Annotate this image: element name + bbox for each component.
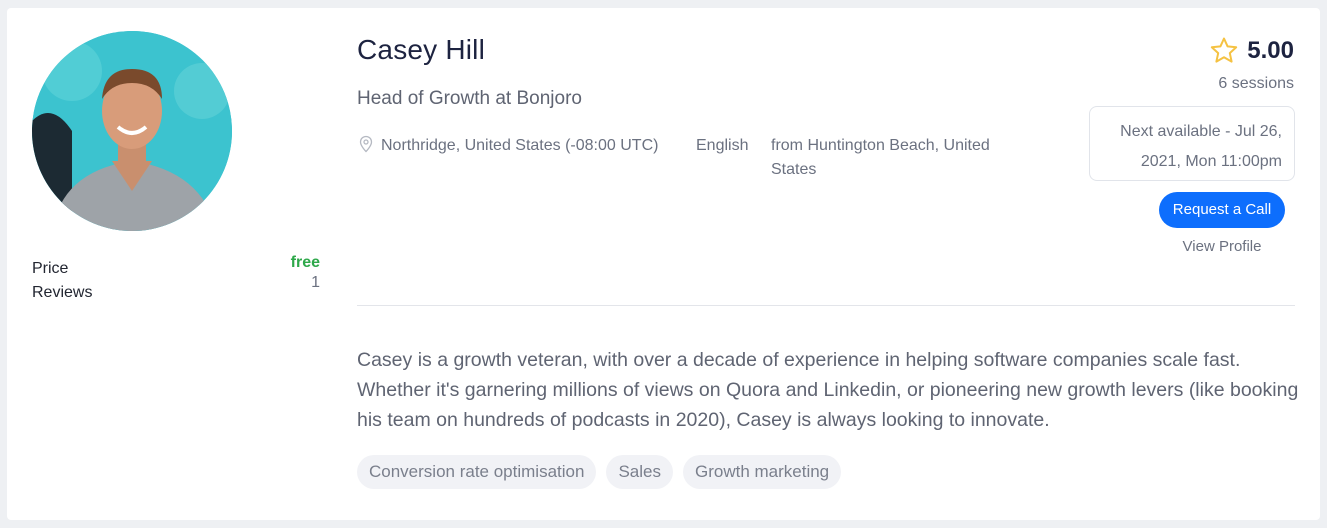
next-available-line2: 2021, Mon 11:00pm <box>1140 153 1282 170</box>
avatar[interactable] <box>32 31 232 231</box>
view-profile-link[interactable]: View Profile <box>1159 238 1285 255</box>
location-pin-icon <box>359 135 373 153</box>
location: Northridge, United States (-08:00 UTC) <box>357 134 667 158</box>
rating: 5.00 <box>1209 36 1294 66</box>
tag-list: Conversion rate optimisation Sales Growt… <box>357 455 842 489</box>
mentor-headline: Head of Growth at Bonjoro <box>357 88 582 109</box>
language: English <box>696 137 749 154</box>
tag[interactable]: Sales <box>606 455 673 489</box>
session-count: 6 sessions <box>1218 75 1294 92</box>
price-row: Price free <box>32 254 320 284</box>
next-available-line1: Next available - Jul 26, <box>1120 123 1282 140</box>
mentor-name[interactable]: Casey Hill <box>357 34 485 66</box>
stats: Price free Reviews 1 <box>32 254 320 302</box>
tag[interactable]: Conversion rate optimisation <box>357 455 597 489</box>
reviews-value: 1 <box>311 274 320 291</box>
location-text: Northridge, United States (-08:00 UTC) <box>381 137 659 154</box>
rating-score: 5.00 <box>1247 37 1294 64</box>
hometown: from Huntington Beach, United States <box>771 137 990 178</box>
avatar-photo <box>32 31 232 231</box>
reviews-label: Reviews <box>32 284 93 301</box>
tag[interactable]: Growth marketing <box>682 455 842 489</box>
mentor-bio: Casey is a growth veteran, with over a d… <box>357 349 1299 431</box>
price-label: Price <box>32 260 69 277</box>
divider <box>357 305 1295 306</box>
star-outline-icon <box>1211 37 1238 63</box>
request-call-button[interactable]: Request a Call <box>1159 192 1285 228</box>
mentor-card: Price free Reviews 1 Casey Hill Head of … <box>7 8 1320 520</box>
next-available-box: Next available - Jul 26, 2021, Mon 11:00… <box>1089 106 1295 181</box>
reviews-row: Reviews 1 <box>32 274 320 302</box>
